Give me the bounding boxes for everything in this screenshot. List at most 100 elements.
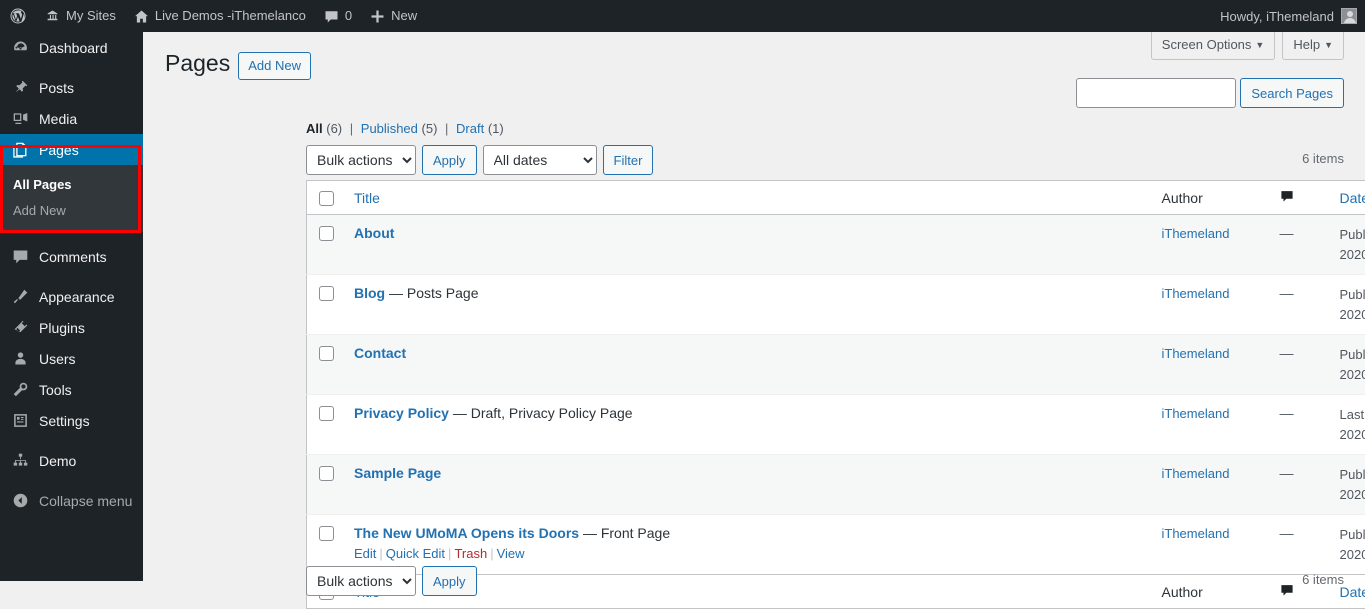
row-checkbox[interactable]: [319, 526, 334, 541]
sidebar-subitem-all-pages[interactable]: All Pages: [0, 172, 143, 198]
bulk-actions-select-top[interactable]: Bulk actions: [306, 145, 416, 175]
chevron-down-icon: ▼: [1324, 40, 1333, 50]
admin-bar-account-area[interactable]: Howdy, iThemeland: [1220, 8, 1365, 24]
sidebar-item-collapse-menu[interactable]: Collapse menu: [0, 485, 143, 516]
row-select-cell: [307, 395, 345, 455]
admin-bar-item-site-name[interactable]: Live Demos -iThemelanco: [125, 0, 315, 32]
row-title-text[interactable]: About: [354, 225, 394, 241]
row-title-link[interactable]: Sample Page: [354, 465, 441, 481]
column-label-author-bottom: Author: [1162, 584, 1203, 600]
sidebar-label-appearance: Appearance: [39, 289, 115, 305]
sidebar-label-collapse-menu: Collapse menu: [39, 493, 132, 509]
my-sites-icon: [45, 9, 60, 24]
row-author-link[interactable]: iThemeland: [1162, 286, 1230, 301]
row-checkbox[interactable]: [319, 286, 334, 301]
screen-options-button[interactable]: Screen Options▼: [1151, 32, 1276, 60]
row-checkbox[interactable]: [319, 406, 334, 421]
column-header-author: Author: [1152, 181, 1270, 215]
page-title-row: Pages Add New: [165, 49, 311, 79]
pages-icon: [10, 140, 30, 160]
row-action-separator: |: [490, 546, 493, 561]
sidebar-item-dashboard[interactable]: Dashboard: [0, 32, 143, 63]
row-title-text[interactable]: Contact: [354, 345, 406, 361]
view-link-all[interactable]: All: [306, 121, 323, 136]
date-filter-select[interactable]: All dates: [483, 145, 597, 175]
add-new-button[interactable]: Add New: [238, 52, 311, 81]
apply-button-top[interactable]: Apply: [422, 145, 477, 175]
row-title-text[interactable]: The New UMoMA Opens its Doors: [354, 525, 579, 541]
row-date-value: 2020/07/24 at 3:00 pm: [1340, 425, 1365, 445]
wordpress-logo-icon: [9, 7, 27, 25]
row-author-cell: iThemeland: [1152, 335, 1270, 395]
row-checkbox[interactable]: [319, 346, 334, 361]
row-date-value: 2020/07/24 at 3:00 pm: [1340, 485, 1365, 505]
view-link-published[interactable]: Published: [361, 121, 418, 136]
table-row: About iThemeland — Published 2020/11/09 …: [307, 215, 1365, 275]
row-title-link[interactable]: Blog: [354, 285, 385, 301]
select-all-checkbox-top[interactable]: [319, 191, 334, 206]
comments-icon: [10, 247, 30, 267]
help-button[interactable]: Help▼: [1282, 32, 1344, 60]
row-action-edit[interactable]: Edit: [354, 546, 376, 561]
sidebar-subitem-add-new[interactable]: Add New: [0, 198, 143, 224]
sidebar-label-posts: Posts: [39, 80, 74, 96]
row-title-cell: Sample Page: [344, 455, 1152, 515]
row-title-text[interactable]: Sample Page: [354, 465, 441, 481]
plugins-icon: [10, 318, 30, 338]
bulk-actions-select-bottom[interactable]: Bulk actions: [306, 566, 416, 596]
row-date-cell: Last Modified 2020/07/24 at 3:00 pm: [1330, 395, 1365, 455]
row-checkbox[interactable]: [319, 466, 334, 481]
sidebar-item-pages[interactable]: Pages: [0, 134, 143, 165]
view-link-draft[interactable]: Draft: [456, 121, 484, 136]
sidebar-item-plugins[interactable]: Plugins: [0, 312, 143, 343]
admin-bar-item-comments[interactable]: 0: [315, 0, 361, 32]
row-title-cell: Blog — Posts Page: [344, 275, 1152, 335]
main-content-area: Screen Options▼ Help▼ Pages Add New All …: [143, 32, 1365, 581]
tablenav-top: Bulk actions Apply All dates Filter: [306, 145, 653, 175]
row-title-link[interactable]: Contact: [354, 345, 406, 361]
row-action-trash[interactable]: Trash: [454, 546, 487, 561]
row-title-link[interactable]: The New UMoMA Opens its Doors: [354, 525, 579, 541]
row-checkbox[interactable]: [319, 226, 334, 241]
row-author-link[interactable]: iThemeland: [1162, 346, 1230, 361]
search-pages-button[interactable]: Search Pages: [1240, 78, 1344, 108]
sort-by-date-link-top[interactable]: Date: [1340, 190, 1365, 206]
sidebar-item-settings[interactable]: Settings: [0, 405, 143, 436]
apply-button-bottom[interactable]: Apply: [422, 566, 477, 596]
comment-icon: [1280, 189, 1294, 206]
row-author-cell: iThemeland: [1152, 395, 1270, 455]
sidebar-label-dashboard: Dashboard: [39, 40, 108, 56]
admin-sidebar-menu: Dashboard Posts Media Pages All Pages Ad…: [0, 32, 143, 581]
row-title-link[interactable]: About: [354, 225, 394, 241]
row-author-link[interactable]: iThemeland: [1162, 466, 1230, 481]
row-title-text[interactable]: Privacy Policy: [354, 405, 449, 421]
column-header-comments: [1270, 181, 1330, 215]
filter-button[interactable]: Filter: [603, 145, 654, 175]
sidebar-item-tools[interactable]: Tools: [0, 374, 143, 405]
row-title-text[interactable]: Blog: [354, 285, 385, 301]
sidebar-item-appearance[interactable]: Appearance: [0, 281, 143, 312]
row-author-cell: iThemeland: [1152, 455, 1270, 515]
admin-bar-item-my-sites[interactable]: My Sites: [36, 0, 125, 32]
row-action-quick-edit[interactable]: Quick Edit: [386, 546, 445, 561]
row-date-cell: Published 2020/11/09 at 3:03 pm: [1330, 275, 1365, 335]
views-filter-list: All (6) | Published (5) | Draft (1): [306, 121, 504, 136]
row-title-link[interactable]: Privacy Policy: [354, 405, 449, 421]
row-author-link[interactable]: iThemeland: [1162, 406, 1230, 421]
row-author-link[interactable]: iThemeland: [1162, 226, 1230, 241]
view-separator: |: [445, 121, 448, 136]
sidebar-item-users[interactable]: Users: [0, 343, 143, 374]
admin-bar-item-new[interactable]: New: [361, 0, 426, 32]
sidebar-item-posts[interactable]: Posts: [0, 72, 143, 103]
row-action-view[interactable]: View: [497, 546, 525, 561]
view-count-draft: (1): [488, 121, 504, 136]
sidebar-item-media[interactable]: Media: [0, 103, 143, 134]
wordpress-logo-button[interactable]: [0, 0, 36, 32]
search-input[interactable]: [1076, 78, 1236, 108]
row-date-cell: Published 2020/11/09 at 3:03 pm: [1330, 515, 1365, 575]
row-author-link[interactable]: iThemeland: [1162, 526, 1230, 541]
sort-by-title-link-top[interactable]: Title: [354, 190, 380, 206]
sidebar-item-demo[interactable]: Demo: [0, 445, 143, 476]
sidebar-item-comments[interactable]: Comments: [0, 241, 143, 272]
row-comments-cell: —: [1270, 275, 1330, 335]
